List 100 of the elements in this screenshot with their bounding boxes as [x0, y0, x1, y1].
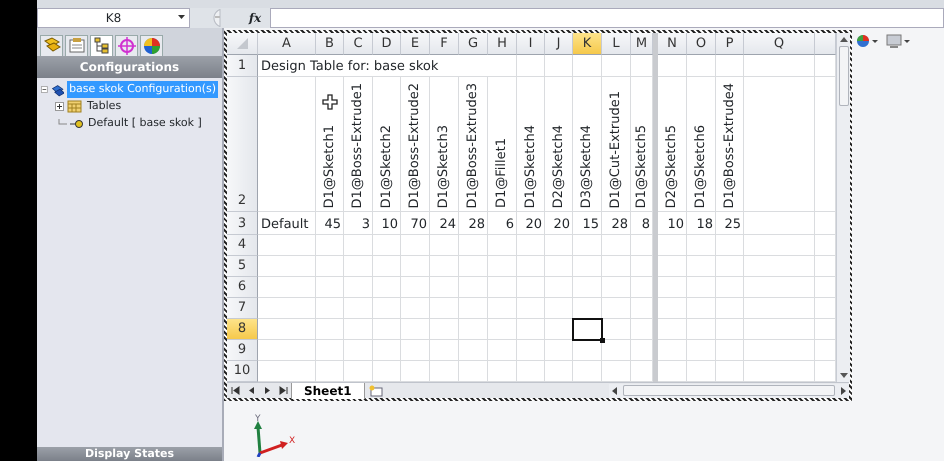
scroll-thumb[interactable]	[838, 46, 848, 106]
table-cell[interactable]	[744, 212, 815, 235]
table-cell[interactable]	[517, 55, 545, 77]
table-cell[interactable]	[815, 277, 836, 298]
table-cell[interactable]	[258, 256, 316, 277]
table-cell[interactable]	[631, 235, 653, 256]
table-cell[interactable]	[488, 256, 517, 277]
table-cell[interactable]	[545, 277, 573, 298]
row-header[interactable]: 6	[227, 277, 258, 298]
table-cell[interactable]	[658, 55, 687, 77]
table-cell[interactable]: Default	[258, 212, 316, 235]
table-cell[interactable]	[401, 319, 430, 340]
row-header[interactable]: 4	[227, 235, 258, 256]
panel-tab[interactable]	[40, 35, 63, 56]
table-cell[interactable]: 45	[316, 212, 344, 235]
column-header[interactable]: K	[573, 33, 602, 55]
table-cell[interactable]	[488, 235, 517, 256]
table-cell[interactable]: D1@Sketch5	[631, 77, 653, 212]
panel-tab[interactable]	[140, 35, 163, 56]
table-cell[interactable]	[316, 256, 344, 277]
table-cell[interactable]	[344, 319, 373, 340]
table-cell[interactable]	[459, 256, 488, 277]
column-header[interactable]: B	[316, 33, 344, 55]
table-cell[interactable]	[517, 256, 545, 277]
table-cell[interactable]	[258, 340, 316, 361]
table-cell[interactable]	[744, 235, 815, 256]
table-cell[interactable]	[344, 298, 373, 319]
table-cell[interactable]: D1@Cut-Extrude1	[602, 77, 631, 212]
tree-item[interactable]: Default [ base skok ]	[86, 115, 204, 132]
table-cell[interactable]: D2@Sketch4	[545, 77, 573, 212]
table-cell[interactable]	[373, 340, 401, 361]
formula-input[interactable]	[270, 8, 944, 28]
table-cell[interactable]	[430, 277, 459, 298]
table-cell[interactable]: D1@Sketch2	[373, 77, 401, 212]
table-cell[interactable]	[517, 298, 545, 319]
column-header[interactable]: L	[602, 33, 631, 55]
table-cell[interactable]	[258, 235, 316, 256]
table-cell[interactable]	[716, 340, 744, 361]
table-cell[interactable]	[687, 256, 716, 277]
table-cell[interactable]	[602, 235, 631, 256]
table-cell[interactable]	[815, 235, 836, 256]
table-cell[interactable]: 20	[545, 212, 573, 235]
table-cell[interactable]	[316, 319, 344, 340]
table-cell[interactable]	[815, 77, 836, 212]
table-cell[interactable]	[687, 55, 716, 77]
table-cell[interactable]	[373, 256, 401, 277]
table-cell[interactable]	[631, 277, 653, 298]
row-header[interactable]: 2	[227, 77, 258, 212]
column-header[interactable]: G	[459, 33, 488, 55]
table-cell[interactable]	[459, 298, 488, 319]
table-cell[interactable]	[488, 319, 517, 340]
table-cell[interactable]	[459, 277, 488, 298]
table-cell[interactable]	[545, 235, 573, 256]
table-cell[interactable]	[815, 319, 836, 340]
table-cell[interactable]	[573, 277, 602, 298]
row-header[interactable]: 7	[227, 298, 258, 319]
table-cell[interactable]: D2@Sketch5	[658, 77, 687, 212]
table-cell[interactable]: 8	[631, 212, 653, 235]
table-cell[interactable]	[258, 77, 316, 212]
table-cell[interactable]	[430, 256, 459, 277]
table-cell[interactable]	[602, 256, 631, 277]
table-cell[interactable]	[430, 235, 459, 256]
table-cell[interactable]	[488, 298, 517, 319]
table-cell[interactable]: D1@Boss-Extrude2	[401, 77, 430, 212]
table-cell[interactable]	[344, 277, 373, 298]
column-header[interactable]: Q	[744, 33, 815, 55]
table-cell[interactable]	[545, 55, 573, 77]
table-cell[interactable]	[401, 277, 430, 298]
table-cell[interactable]	[631, 298, 653, 319]
table-cell[interactable]	[545, 298, 573, 319]
table-cell[interactable]	[687, 277, 716, 298]
table-cell[interactable]	[373, 235, 401, 256]
table-cell[interactable]	[815, 256, 836, 277]
row-header[interactable]: 10	[227, 361, 258, 382]
table-cell[interactable]	[517, 277, 545, 298]
table-cell[interactable]	[744, 256, 815, 277]
table-cell[interactable]	[631, 340, 653, 361]
table-cell[interactable]	[573, 235, 602, 256]
table-cell[interactable]	[815, 298, 836, 319]
column-header[interactable]: J	[545, 33, 573, 55]
table-cell[interactable]: Design Table for: base skok	[258, 55, 517, 77]
table-cell[interactable]	[459, 340, 488, 361]
table-cell[interactable]: D1@Boss-Extrude1	[344, 77, 373, 212]
column-header[interactable]: C	[344, 33, 373, 55]
table-cell[interactable]	[744, 55, 815, 77]
table-cell[interactable]	[344, 340, 373, 361]
vertical-scrollbar[interactable]	[836, 33, 850, 382]
table-cell[interactable]: 10	[373, 212, 401, 235]
table-cell[interactable]	[401, 298, 430, 319]
row-header[interactable]: 8	[227, 319, 258, 340]
table-cell[interactable]	[687, 298, 716, 319]
table-cell[interactable]	[517, 235, 545, 256]
table-cell[interactable]	[744, 319, 815, 340]
table-cell[interactable]	[815, 340, 836, 361]
table-cell[interactable]: 6	[488, 212, 517, 235]
table-cell[interactable]	[658, 340, 687, 361]
table-cell[interactable]	[658, 277, 687, 298]
table-cell[interactable]	[488, 340, 517, 361]
table-cell[interactable]	[658, 319, 687, 340]
table-cell[interactable]: 25	[716, 212, 744, 235]
